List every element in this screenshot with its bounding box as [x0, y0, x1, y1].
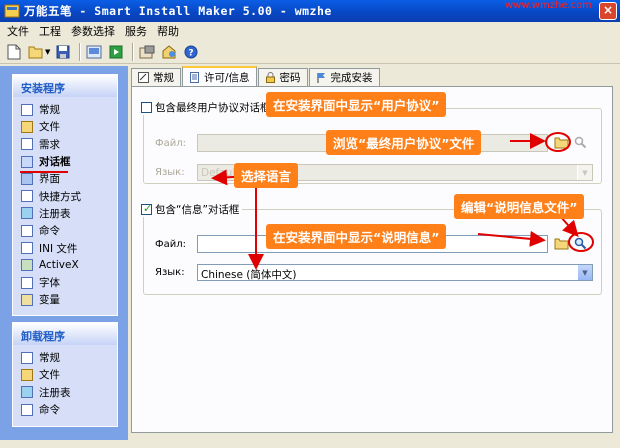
- title-bar: 万能五笔 - Smart Install Maker 5.00 - wmzhe …: [0, 0, 620, 22]
- menu-preferences[interactable]: 参数选择: [66, 23, 120, 39]
- commands-icon: [21, 224, 33, 237]
- license-file-label: Файл:: [155, 138, 186, 149]
- sidebar-item-shortcuts[interactable]: 快捷方式: [13, 187, 117, 204]
- lock-icon: [265, 72, 275, 83]
- ini-file-icon: [21, 242, 33, 255]
- uninstall-item-general[interactable]: 常规: [13, 349, 117, 366]
- annotation-edit-info: 编辑“说明信息文件”: [454, 194, 585, 219]
- svg-text:?: ?: [189, 48, 194, 58]
- menu-bar: 文件 工程 参数选择 服务 帮助: [0, 22, 620, 40]
- annotation-choose-language: 选择语言: [234, 163, 299, 188]
- uninstall-item-commands[interactable]: 命令: [13, 401, 117, 418]
- menu-project[interactable]: 工程: [34, 23, 66, 39]
- web-icon[interactable]: [159, 42, 179, 62]
- install-panel-title: 安装程序: [13, 75, 117, 97]
- requirements-icon: [21, 138, 33, 151]
- tab-general[interactable]: 常规: [131, 68, 181, 86]
- sidebar-item-files[interactable]: 文件: [13, 118, 117, 135]
- close-button[interactable]: ×: [599, 2, 617, 20]
- license-magnifier-icon[interactable]: [574, 136, 587, 149]
- tab-password[interactable]: 密码: [257, 68, 308, 86]
- tab-finish[interactable]: 完成安装: [308, 68, 380, 86]
- sidebar: 安装程序 常规 文件 需求 对话框 界面 快捷方式 注册表 命令 INI 文件 …: [0, 66, 128, 440]
- sidebar-item-requirements[interactable]: 需求: [13, 136, 117, 153]
- tab-license-info[interactable]: 许可/信息: [182, 66, 257, 86]
- sidebar-item-dialogs[interactable]: 对话框: [13, 153, 117, 170]
- sidebar-item-registry[interactable]: 注册表: [13, 205, 117, 222]
- run-icon[interactable]: [106, 42, 126, 62]
- info-browse-folder-icon[interactable]: [554, 237, 569, 250]
- fonts-icon: [21, 276, 33, 289]
- general-icon: [138, 72, 149, 83]
- sidebar-item-fonts[interactable]: 字体: [13, 274, 117, 291]
- build-icon[interactable]: [84, 42, 104, 62]
- watermark: www.wmzhe.com: [505, 0, 592, 11]
- help-icon[interactable]: ?: [181, 42, 201, 62]
- menu-file[interactable]: 文件: [2, 23, 34, 39]
- options-icon[interactable]: [137, 42, 157, 62]
- browse-highlight-circle: [545, 132, 571, 152]
- registry-icon: [21, 386, 33, 399]
- commands-icon: [21, 403, 33, 416]
- variables-icon: [21, 293, 33, 306]
- new-icon[interactable]: [4, 42, 24, 62]
- info-language-label: Язык:: [155, 267, 185, 278]
- highlight-underline: [20, 171, 68, 173]
- annotation-show-license: 在安装界面中显示“用户协议”: [266, 92, 447, 117]
- registry-icon: [21, 207, 33, 220]
- finish-flag-icon: [317, 73, 325, 83]
- uninstall-panel: 卸载程序 常规 文件 注册表 命令: [12, 322, 118, 428]
- license-checkbox-box[interactable]: [141, 102, 152, 113]
- license-language-label: Язык:: [155, 167, 185, 178]
- chevron-down-icon[interactable]: ▼: [577, 165, 592, 180]
- sidebar-item-ini[interactable]: INI 文件: [13, 239, 117, 256]
- general-icon: [21, 103, 33, 116]
- annotation-show-info: 在安装界面中显示“说明信息”: [266, 224, 447, 249]
- interface-icon: [21, 172, 33, 185]
- info-checkbox[interactable]: 包含“信息”对话框: [141, 202, 243, 217]
- menu-help[interactable]: 帮助: [152, 23, 184, 39]
- info-file-label: Файл:: [155, 239, 186, 250]
- chevron-down-icon[interactable]: ▼: [577, 265, 592, 280]
- sidebar-item-commands[interactable]: 命令: [13, 222, 117, 239]
- tab-strip: 常规 许可/信息 密码 完成安装: [131, 66, 381, 86]
- open-dropdown-icon[interactable]: ▼: [45, 48, 50, 56]
- files-icon: [21, 120, 33, 133]
- open-icon[interactable]: [26, 42, 46, 62]
- sidebar-item-variables[interactable]: 变量: [13, 291, 117, 308]
- sidebar-item-general[interactable]: 常规: [13, 101, 117, 118]
- shortcut-icon: [21, 190, 33, 203]
- info-language-select[interactable]: Chinese (简体中文) ▼: [197, 264, 593, 281]
- files-icon: [21, 368, 33, 381]
- dialogs-icon: [21, 155, 33, 168]
- toolbar: ▼ ?: [0, 40, 620, 64]
- install-panel: 安装程序 常规 文件 需求 对话框 界面 快捷方式 注册表 命令 INI 文件 …: [12, 74, 118, 316]
- annotation-browse-license: 浏览“最终用户协议”文件: [326, 130, 482, 155]
- document-icon: [190, 71, 199, 83]
- edit-highlight-circle: [568, 232, 594, 252]
- menu-service[interactable]: 服务: [120, 23, 152, 39]
- sidebar-item-activex[interactable]: ActiveX: [13, 257, 117, 274]
- toolbar-separator: [132, 42, 134, 61]
- uninstall-item-files[interactable]: 文件: [13, 366, 117, 383]
- uninstall-item-registry[interactable]: 注册表: [13, 384, 117, 401]
- save-icon[interactable]: [53, 42, 73, 62]
- toolbar-separator: [79, 42, 81, 61]
- license-checkbox[interactable]: 包含最终用户协议对话框: [141, 100, 274, 115]
- info-checkbox-box[interactable]: [141, 202, 152, 215]
- activex-icon: [21, 259, 33, 272]
- general-icon: [21, 351, 33, 364]
- uninstall-panel-title: 卸载程序: [13, 323, 117, 345]
- window-title: 万能五笔 - Smart Install Maker 5.00 - wmzhe: [24, 4, 332, 18]
- status-bar: [0, 440, 620, 448]
- app-icon: [4, 4, 20, 18]
